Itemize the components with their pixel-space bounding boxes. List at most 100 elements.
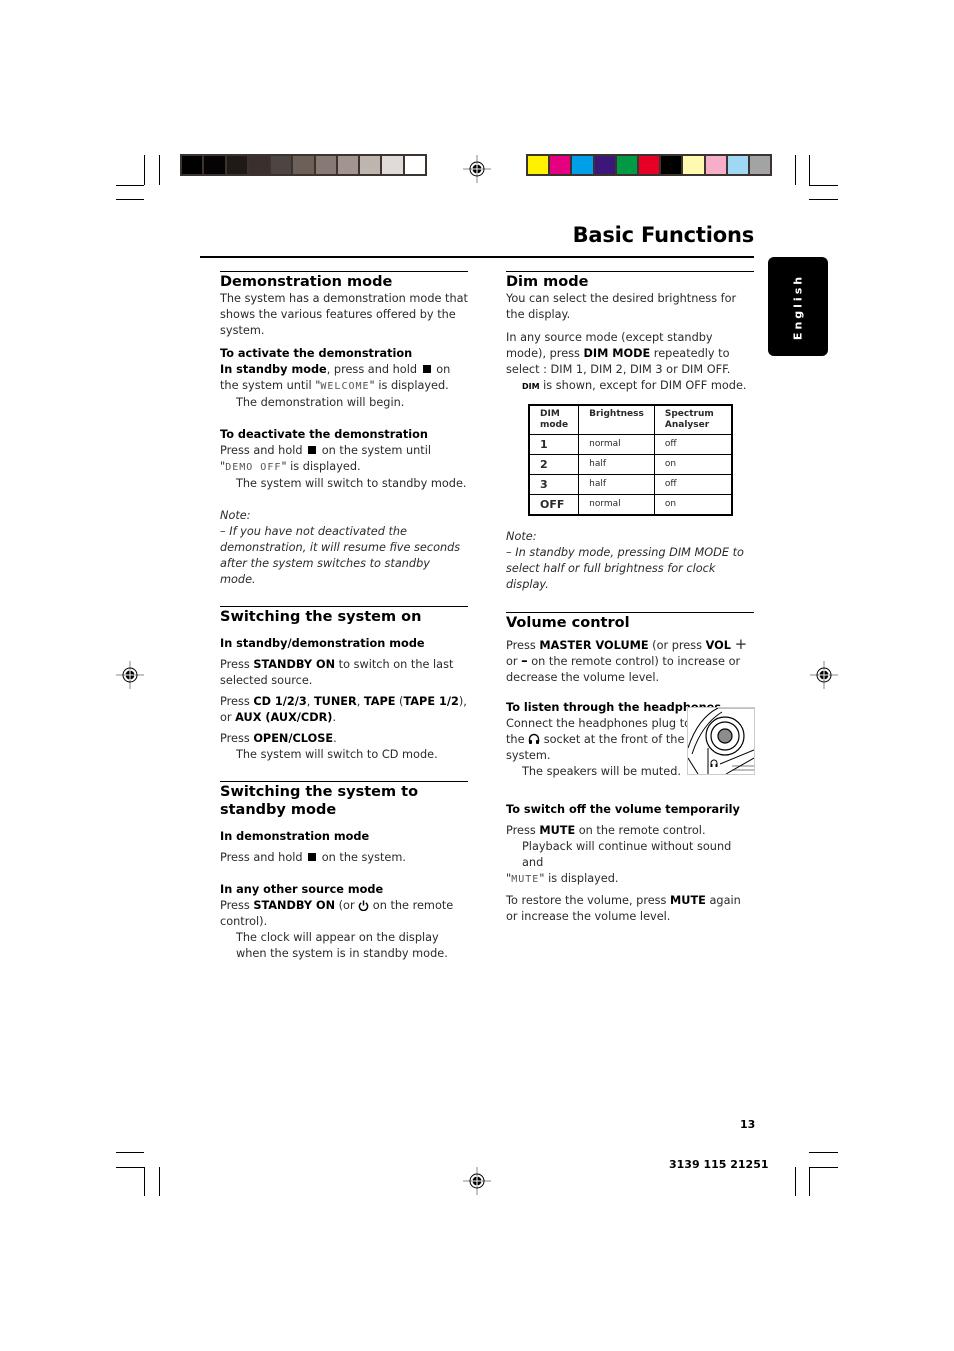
section-rule	[506, 612, 754, 613]
paragraph: The system has a demonstration mode that…	[220, 292, 468, 337]
right-column: Dim mode You can select the desired brig…	[506, 271, 754, 925]
paragraph: You can select the desired brightness fo…	[506, 292, 737, 321]
section-demonstration-mode: Demonstration mode The system has a demo…	[220, 271, 468, 588]
grayscale-calibration-bar	[180, 154, 427, 176]
subsection-title: In standby/demonstration mode	[220, 637, 425, 650]
lcd-display-text: WELCOME	[320, 381, 370, 392]
paragraph: Press and hold on the system.	[220, 850, 468, 866]
section-rule	[220, 606, 468, 607]
paragraph: "MUTE" is displayed.	[506, 872, 619, 885]
text: (or press	[648, 639, 706, 652]
registration-mark-icon	[810, 661, 838, 689]
color-swatch	[226, 156, 247, 174]
headphone-socket-illustration	[687, 707, 755, 775]
table-cell: half	[578, 454, 655, 475]
table-row: 1 normal off	[528, 434, 733, 455]
text: Press	[220, 695, 254, 708]
table-cell: off	[653, 474, 733, 495]
table-row: OFF normal on	[528, 494, 733, 516]
crop-mark	[809, 185, 838, 186]
bold-text: STANDBY ON	[253, 899, 336, 912]
section-title: Demonstration mode	[220, 274, 393, 290]
crop-mark	[144, 1167, 145, 1196]
table-cell: 2	[528, 454, 580, 475]
text: or	[506, 655, 518, 668]
section-switching-on: Switching the system on In standby/demon…	[220, 606, 468, 763]
paragraph: In standby mode, press and hold on the s…	[220, 362, 468, 395]
color-swatch	[661, 156, 682, 174]
paragraph: Press MASTER VOLUME (or press VOL + or –…	[506, 636, 754, 686]
crop-mark	[159, 1167, 160, 1196]
bold-text: TAPE	[363, 695, 396, 708]
text: on the remote control) to increase or de…	[506, 655, 741, 684]
paragraph: Press OPEN/CLOSE.	[220, 731, 468, 747]
paragraph: In any source mode (except standby mode)…	[506, 330, 754, 378]
dim-mode-table: DIM mode Brightness Spectrum Analyser 1 …	[528, 404, 733, 516]
bold-text: STANDBY ON	[253, 658, 336, 671]
subsection-title: To activate the demonstration	[220, 347, 413, 360]
note-text: – In standby mode, pressing DIM MODE to …	[506, 546, 744, 591]
result-text: The demonstration will begin.	[236, 396, 405, 409]
bold-text: MUTE	[670, 894, 706, 907]
language-tab: English	[768, 257, 828, 356]
color-swatch	[271, 156, 292, 174]
color-calibration-bar	[526, 154, 772, 176]
headphones-icon	[528, 733, 540, 744]
color-swatch	[315, 156, 336, 174]
crop-mark	[116, 185, 144, 186]
lcd-display-text: MUTE	[511, 874, 540, 885]
color-swatch	[182, 156, 203, 174]
color-swatch	[572, 156, 593, 174]
bold-text: CD 1/2/3	[253, 695, 307, 708]
text: Press and hold	[220, 851, 303, 864]
bold-text: VOL	[705, 639, 731, 652]
page-title: Basic Functions	[572, 223, 755, 247]
text: (or	[335, 899, 355, 912]
text: Press	[220, 899, 254, 912]
text: " is displayed.	[281, 460, 361, 473]
bold-text: TAPE 1/2	[403, 695, 459, 708]
color-swatch	[616, 156, 637, 174]
column-header: Brightness	[578, 404, 655, 435]
text: system until "	[242, 379, 321, 392]
subsection-title: To deactivate the demonstration	[220, 428, 428, 441]
color-swatch	[705, 156, 726, 174]
crop-mark	[809, 1152, 838, 1153]
registration-mark-icon	[463, 155, 491, 183]
subsection-title: In demonstration mode	[220, 830, 370, 843]
table-cell: OFF	[528, 494, 580, 516]
bold-text: DIM MODE	[583, 347, 651, 360]
page-number: 13	[740, 1118, 756, 1131]
note-label: Note:	[220, 509, 251, 522]
crop-mark	[809, 1167, 838, 1168]
text: on the system.	[321, 851, 406, 864]
section-switching-standby: Switching the system to standby mode In …	[220, 781, 468, 962]
color-swatch	[382, 156, 403, 174]
color-swatch	[638, 156, 660, 174]
registration-mark-icon	[463, 1167, 491, 1195]
text: Connect the headphones plug to	[506, 717, 692, 730]
paragraph: Press and hold on the system until "DEMO …	[220, 444, 432, 473]
document-code: 3139 115 21251	[669, 1158, 769, 1171]
result-text: The system will switch to standby mode.	[236, 477, 467, 490]
crop-mark	[159, 155, 160, 185]
text: " is displayed.	[539, 872, 619, 885]
text: Press	[220, 732, 254, 745]
section-title: Volume control	[506, 615, 630, 631]
text: .	[333, 732, 337, 745]
result-text: The clock will appear on the display whe…	[236, 931, 448, 960]
text: To restore the volume, press	[506, 894, 671, 907]
text: ,	[356, 695, 364, 708]
color-swatch	[528, 156, 549, 174]
color-swatch	[550, 156, 571, 174]
section-title: Dim mode	[506, 274, 589, 290]
crop-mark	[809, 199, 838, 200]
result-text: Playback will continue without sound and	[522, 840, 732, 869]
lcd-display-text: DEMO OFF	[225, 462, 282, 473]
text: is shown, except for DIM OFF mode.	[539, 379, 747, 392]
color-swatch	[360, 156, 381, 174]
color-swatch	[727, 156, 748, 174]
crop-mark	[809, 155, 810, 185]
paragraph: Press STANDBY ON (or on the remote contr…	[220, 898, 468, 930]
section-rule	[506, 271, 754, 272]
